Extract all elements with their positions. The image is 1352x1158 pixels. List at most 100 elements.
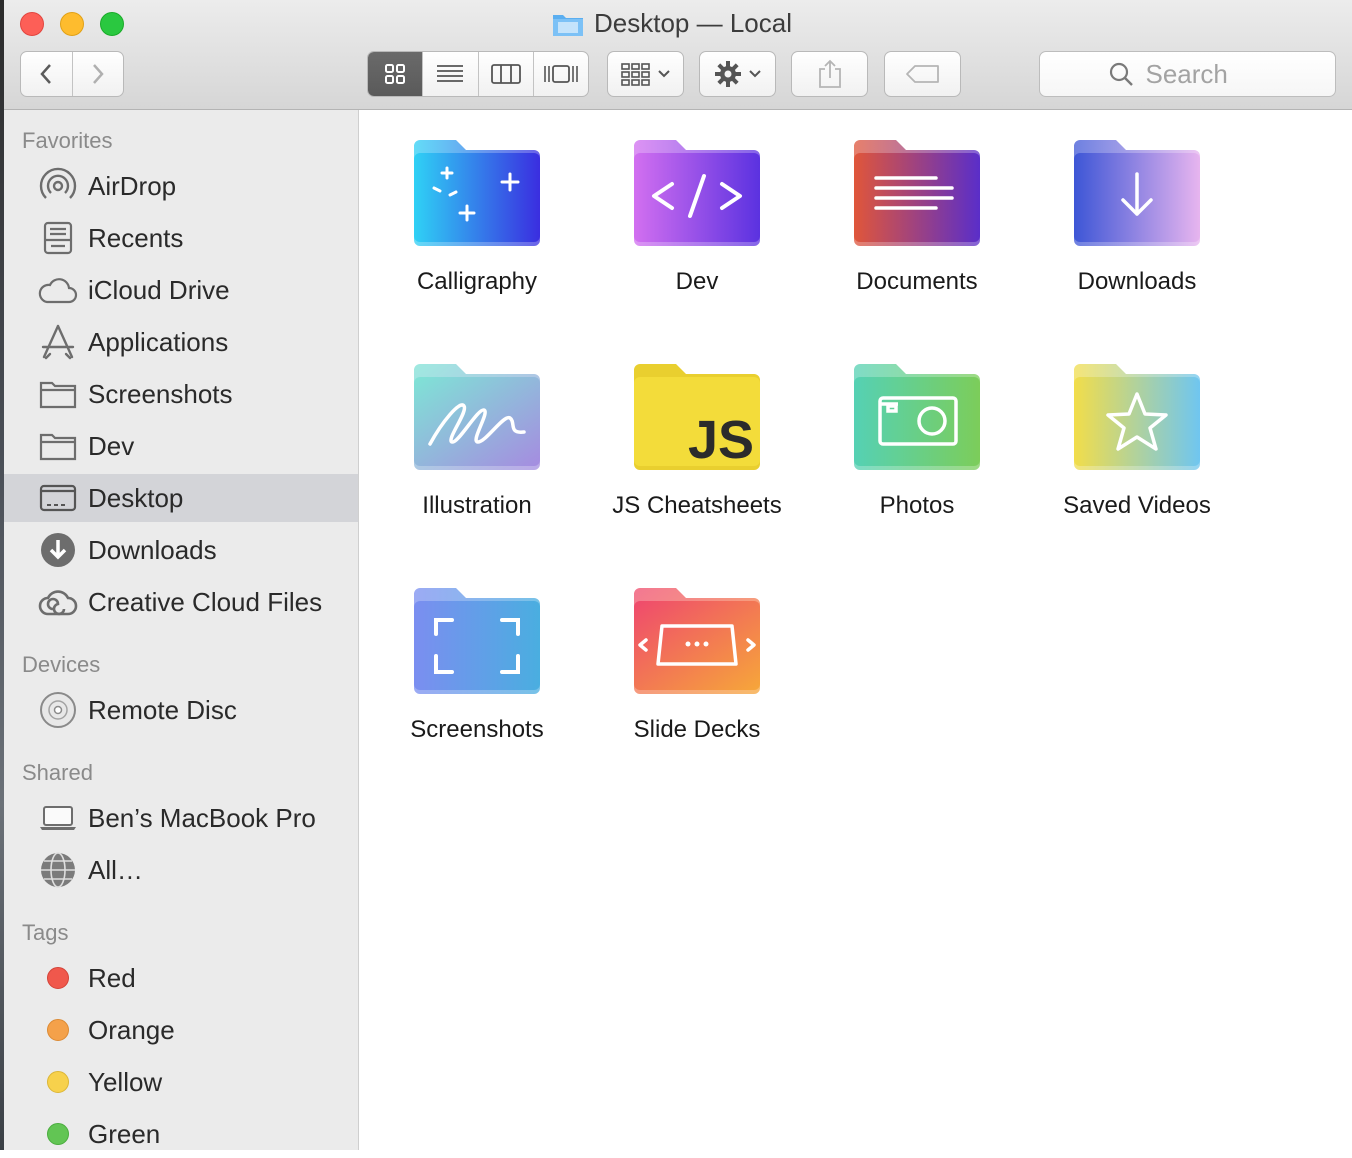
sidebar-item-recents[interactable]: Recents bbox=[4, 214, 358, 262]
recents-icon bbox=[38, 218, 78, 258]
folder-item-dev[interactable]: Dev bbox=[587, 110, 807, 296]
download-icon bbox=[38, 530, 78, 570]
folder-item-calligraphy[interactable]: Calligraphy bbox=[367, 110, 587, 296]
gear-icon bbox=[714, 61, 741, 87]
icon-view-button[interactable] bbox=[368, 52, 424, 96]
sidebar-tag-red[interactable]: Red bbox=[4, 954, 358, 1002]
sidebar-item-icloud-drive[interactable]: iCloud Drive bbox=[4, 266, 358, 314]
code-folder-icon bbox=[632, 138, 762, 248]
chevron-down-icon bbox=[748, 70, 761, 78]
zoom-window-button[interactable] bbox=[100, 12, 124, 36]
sidebar-item-desktop[interactable]: Desktop bbox=[4, 474, 358, 522]
list-icon bbox=[437, 65, 464, 82]
chevron-right-icon bbox=[92, 64, 104, 84]
edit-tags-button[interactable] bbox=[884, 51, 961, 97]
laptop-icon bbox=[38, 798, 78, 838]
network-globe-icon bbox=[38, 850, 78, 890]
sidebar-item-dev[interactable]: Dev bbox=[4, 422, 358, 470]
column-view-button[interactable] bbox=[479, 52, 534, 96]
sidebar-tag-green[interactable]: Green bbox=[4, 1110, 358, 1158]
folder-item-photos[interactable]: Photos bbox=[807, 334, 1027, 520]
sidebar-item-label: iCloud Drive bbox=[88, 274, 230, 305]
share-button[interactable] bbox=[791, 51, 868, 97]
columns-icon bbox=[490, 64, 521, 84]
sidebar-item-label: Creative Cloud Files bbox=[88, 586, 323, 617]
folder-item-js-cheatsheets[interactable]: JS JS Cheatsheets bbox=[587, 334, 807, 520]
folder-item-downloads[interactable]: Downloads bbox=[1027, 110, 1247, 296]
sidebar: Favorites AirDrop Recents iCloud Drive A… bbox=[4, 110, 359, 1150]
sidebar-section-favorites: Favorites bbox=[22, 128, 113, 153]
sidebar-item-bens-macbook-pro[interactable]: Ben’s MacBook Pro bbox=[4, 794, 358, 842]
sidebar-item-label: Applications bbox=[88, 326, 229, 357]
folder-name: Screenshots bbox=[410, 716, 544, 743]
window-title: Desktop — Local bbox=[552, 8, 792, 39]
tag-icon bbox=[905, 65, 939, 83]
documents-folder-icon bbox=[852, 138, 982, 248]
sidebar-item-applications[interactable]: Applications bbox=[4, 318, 358, 366]
sidebar-item-airdrop[interactable]: AirDrop bbox=[4, 162, 358, 210]
folder-name: Documents bbox=[856, 268, 978, 295]
folder-item-slide-decks[interactable]: Slide Decks bbox=[587, 558, 807, 744]
folder-name: Calligraphy bbox=[416, 268, 538, 295]
window-title-text: Desktop — Local bbox=[594, 8, 792, 38]
toolbar: Desktop — Local bbox=[4, 0, 1352, 110]
folder-item-saved-videos[interactable]: Saved Videos bbox=[1027, 334, 1247, 520]
chevron-down-icon bbox=[657, 70, 670, 78]
action-menu-button[interactable] bbox=[699, 51, 776, 97]
folder-item-screenshots[interactable]: Screenshots bbox=[367, 558, 587, 744]
folder-name: Saved Videos bbox=[1063, 492, 1211, 519]
sidebar-tag-yellow[interactable]: Yellow bbox=[4, 1058, 358, 1106]
cloud-icon bbox=[38, 270, 78, 310]
folder-name: Downloads bbox=[1077, 268, 1197, 295]
downloads-folder-icon bbox=[1072, 138, 1202, 248]
sidebar-item-label: AirDrop bbox=[88, 170, 177, 201]
sidebar-item-label: Yellow bbox=[88, 1066, 163, 1097]
star-folder-icon bbox=[1072, 362, 1202, 472]
sidebar-item-creative-cloud-files[interactable]: Creative Cloud Files bbox=[4, 578, 358, 626]
folder-item-illustration[interactable]: Illustration bbox=[367, 334, 587, 520]
group-grid-icon bbox=[620, 63, 650, 86]
close-window-button[interactable] bbox=[20, 12, 44, 36]
back-button[interactable] bbox=[21, 52, 73, 96]
minimize-window-button[interactable] bbox=[60, 12, 84, 36]
share-icon bbox=[818, 59, 841, 88]
folder-name: Slide Decks bbox=[633, 716, 761, 743]
view-mode-control bbox=[367, 51, 589, 97]
sidebar-item-downloads[interactable]: Downloads bbox=[4, 526, 358, 574]
tag-color-dot bbox=[38, 1010, 78, 1050]
slides-folder-icon bbox=[632, 586, 762, 696]
folder-name: Dev bbox=[675, 268, 719, 295]
tag-color-dot bbox=[38, 1062, 78, 1102]
folder-icon bbox=[553, 14, 583, 36]
sidebar-item-all-shared[interactable]: All… bbox=[4, 846, 358, 894]
sidebar-item-label: Remote Disc bbox=[88, 694, 237, 725]
group-by-button[interactable] bbox=[607, 51, 684, 97]
sidebar-tag-orange[interactable]: Orange bbox=[4, 1006, 358, 1054]
grid-icon bbox=[385, 64, 406, 84]
chevron-left-icon bbox=[40, 64, 52, 84]
folder-item-documents[interactable]: Documents bbox=[807, 110, 1027, 296]
photos-folder-icon bbox=[852, 362, 982, 472]
gallery-view-button[interactable] bbox=[534, 52, 588, 96]
folder-name: Photos bbox=[879, 492, 955, 519]
creative-cloud-icon bbox=[38, 582, 78, 622]
js-label: JS bbox=[688, 410, 754, 470]
sidebar-item-label: Red bbox=[88, 962, 136, 993]
sidebar-item-label: Green bbox=[88, 1118, 161, 1149]
sidebar-item-remote-disc[interactable]: Remote Disc bbox=[4, 686, 358, 734]
airdrop-icon bbox=[38, 166, 78, 206]
forward-button[interactable] bbox=[73, 52, 124, 96]
search-input[interactable] bbox=[1143, 57, 1268, 91]
list-view-button[interactable] bbox=[423, 52, 479, 96]
sidebar-item-screenshots[interactable]: Screenshots bbox=[4, 370, 358, 418]
screenshot-folder-icon bbox=[412, 586, 542, 696]
search-field[interactable] bbox=[1039, 51, 1336, 97]
folder-name: Illustration bbox=[422, 492, 532, 519]
sidebar-item-label: Dev bbox=[88, 430, 135, 461]
gallery-icon bbox=[544, 65, 578, 83]
search-icon bbox=[1109, 62, 1133, 86]
sidebar-item-label: All… bbox=[88, 854, 143, 885]
disc-icon bbox=[38, 690, 78, 730]
desktop-icon bbox=[38, 478, 78, 518]
js-folder-icon: JS bbox=[632, 362, 762, 472]
